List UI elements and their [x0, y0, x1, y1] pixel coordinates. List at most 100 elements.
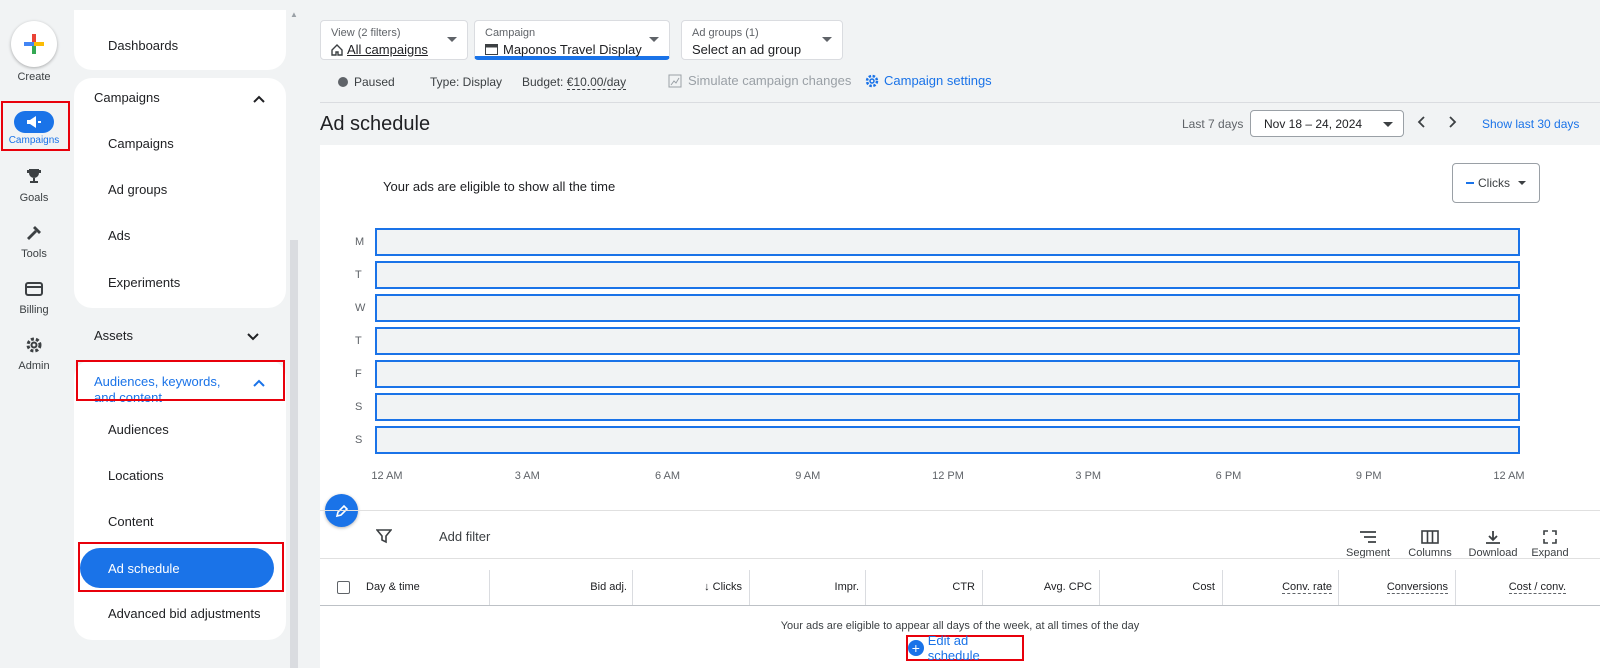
column-separator — [489, 570, 490, 606]
ad-groups-value: Select an ad group — [692, 42, 802, 57]
campaign-label: Campaign — [485, 27, 536, 39]
create-button[interactable] — [11, 21, 57, 67]
column-header[interactable]: CTR — [952, 581, 975, 593]
pause-icon — [338, 77, 348, 87]
edit-ad-schedule-button[interactable]: + Edit ad schedule — [906, 633, 1024, 663]
day-label: M — [355, 236, 365, 248]
gear-icon[interactable] — [22, 333, 46, 357]
column-header[interactable]: Cost / conv. — [1508, 581, 1566, 594]
ad-groups-dropdown[interactable]: Ad groups (1) Select an ad group — [681, 20, 843, 60]
simulate-text: Simulate campaign changes — [688, 73, 852, 88]
column-header[interactable]: ↓ Clicks — [704, 581, 742, 593]
campaigns-highlight — [1, 101, 70, 151]
table-top-border — [320, 558, 1600, 559]
nav-assets[interactable]: Assets — [94, 328, 133, 343]
column-separator — [982, 570, 983, 606]
credit-card-icon[interactable] — [22, 277, 46, 301]
chevron-down-icon[interactable] — [246, 330, 260, 344]
dashboards-card: Dashboards — [74, 10, 286, 70]
day-label: F — [355, 368, 362, 380]
chevron-left-icon[interactable] — [1416, 115, 1428, 129]
dropdown-arrow-icon — [1383, 122, 1393, 127]
nav-campaigns-head[interactable]: Campaigns — [94, 90, 160, 105]
show-last-30-link[interactable]: Show last 30 days — [1482, 117, 1579, 131]
tools-icon[interactable] — [22, 221, 46, 245]
header-divider — [320, 102, 1600, 103]
column-header[interactable]: Conversions — [1386, 581, 1448, 594]
view-filter-label: View (2 filters) — [331, 27, 401, 39]
display-icon — [485, 44, 498, 55]
ad-schedule-panel: Your ads are eligible to show all the ti… — [320, 145, 1600, 668]
hour-tick-label: 9 AM — [795, 470, 821, 482]
metric-selector[interactable]: Clicks — [1452, 163, 1540, 203]
nav-ad-groups[interactable]: Ad groups — [108, 182, 167, 197]
schedule-day-row — [375, 393, 1520, 421]
hour-tick-label: 12 PM — [932, 470, 964, 482]
column-header[interactable]: Cost — [1192, 581, 1215, 593]
campaign-type: Type: Display — [430, 75, 503, 89]
column-separator — [1455, 570, 1456, 606]
budget: Budget: €10.00/day — [522, 75, 627, 90]
add-filter-button[interactable]: Add filter — [439, 529, 490, 544]
side-nav: Dashboards Campaigns Campaigns Ad groups… — [74, 0, 286, 668]
nav-content[interactable]: Content — [108, 514, 154, 529]
chevron-up-icon[interactable] — [252, 92, 266, 106]
scroll-up-arrow[interactable]: ▲ — [290, 10, 298, 19]
dropdown-arrow-icon — [649, 37, 659, 42]
expand-button[interactable]: Expand — [1520, 530, 1580, 559]
nav-advanced-bid[interactable]: Advanced bid adjustments — [108, 606, 260, 621]
tools-label: Tools — [21, 248, 47, 260]
nav-locations[interactable]: Locations — [108, 468, 164, 483]
nav-audiences[interactable]: Audiences — [108, 422, 169, 437]
left-rail: Create Campaigns Goals Tools Billing Adm… — [0, 0, 70, 668]
column-separator — [1338, 570, 1339, 606]
panel-divider — [320, 510, 1600, 511]
column-header[interactable]: Conv. rate — [1282, 581, 1332, 594]
schedule-day-row — [375, 261, 1520, 289]
budget-value[interactable]: €10.00/day — [566, 75, 627, 90]
audiences-highlight — [76, 360, 285, 401]
day-label: S — [355, 434, 363, 446]
status-paused: Paused — [338, 75, 395, 89]
hour-tick-label: 3 PM — [1075, 470, 1102, 482]
dropdown-arrow-icon — [447, 37, 457, 42]
segment-button[interactable]: Segment — [1338, 530, 1398, 559]
hour-tick-label: 12 AM — [371, 470, 403, 482]
edit-ad-schedule-label: Edit ad schedule — [927, 633, 980, 663]
column-header[interactable]: Avg. CPC — [1044, 581, 1092, 593]
column-header[interactable]: Bid adj. — [590, 581, 627, 593]
select-all-checkbox[interactable] — [337, 581, 350, 594]
campaign-settings-link[interactable]: Campaign settings — [865, 73, 992, 88]
column-separator — [1222, 570, 1223, 606]
columns-button[interactable]: Columns — [1400, 530, 1460, 559]
plus-circle-icon: + — [908, 640, 924, 656]
nav-dashboards[interactable]: Dashboards — [108, 38, 178, 53]
simulate-changes: Simulate campaign changes — [668, 73, 851, 88]
campaign-value: Maponos Travel Display — [503, 42, 642, 57]
schedule-day-row — [375, 360, 1520, 388]
hour-tick-label: 6 PM — [1215, 470, 1242, 482]
nav-scrollbar[interactable] — [290, 240, 298, 668]
ad-schedule-highlight — [78, 542, 284, 592]
campaign-dropdown[interactable]: Campaign Maponos Travel Display — [474, 20, 670, 60]
date-range-picker[interactable]: Nov 18 – 24, 2024 — [1250, 110, 1404, 137]
day-label: T — [355, 269, 362, 281]
schedule-day-row — [375, 327, 1520, 355]
download-button[interactable]: Download — [1463, 530, 1523, 559]
segment-icon — [1360, 531, 1376, 543]
column-separator — [632, 570, 633, 606]
column-separator — [1099, 570, 1100, 606]
column-header[interactable]: Day & time — [366, 581, 420, 593]
column-header[interactable]: Impr. — [835, 581, 859, 593]
view-filter-dropdown[interactable]: View (2 filters) All campaigns — [320, 20, 468, 60]
dropdown-arrow-icon — [822, 37, 832, 42]
schedule-day-row — [375, 228, 1520, 256]
nav-campaigns[interactable]: Campaigns — [108, 136, 174, 151]
view-filter-value: All campaigns — [347, 42, 428, 57]
trophy-icon[interactable] — [22, 164, 46, 188]
chevron-right-icon[interactable] — [1446, 115, 1458, 129]
filter-icon[interactable] — [376, 528, 392, 544]
nav-ads[interactable]: Ads — [108, 228, 130, 243]
nav-experiments[interactable]: Experiments — [108, 275, 180, 290]
expand-icon — [1543, 530, 1557, 544]
